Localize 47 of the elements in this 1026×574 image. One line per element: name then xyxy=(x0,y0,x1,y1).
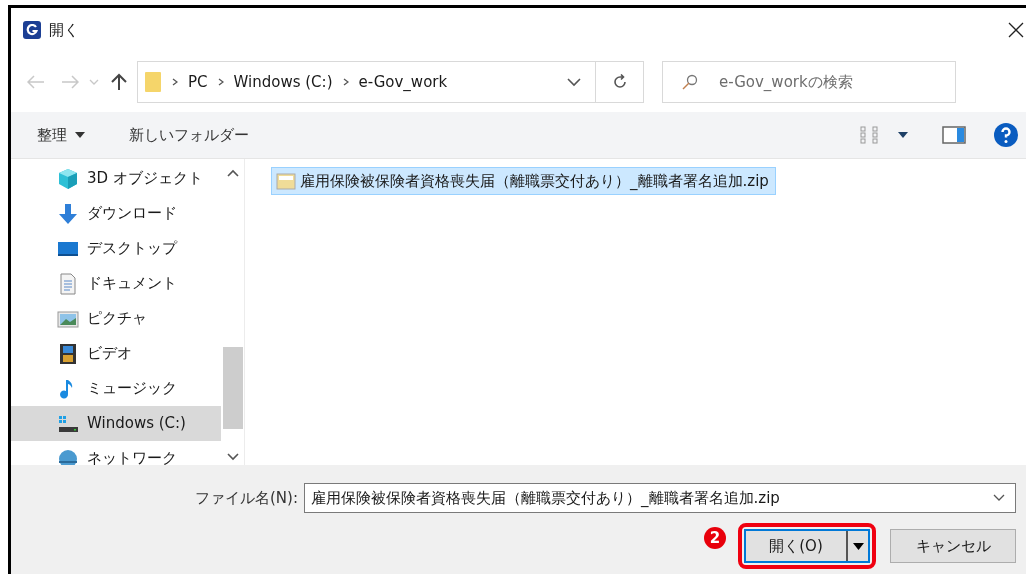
cube-icon xyxy=(57,167,79,190)
chevron-right-icon xyxy=(342,78,349,86)
scroll-up-icon[interactable] xyxy=(226,169,239,177)
caret-icon xyxy=(852,542,864,550)
nav-item[interactable]: ダウンロード xyxy=(11,196,221,231)
window-title: 開く xyxy=(49,19,79,41)
help-icon[interactable] xyxy=(994,123,1018,147)
scroll-thumb[interactable] xyxy=(222,347,243,429)
filename-field[interactable]: 雇用保険被保険者資格喪失届（離職票交付あり）_離職者署名追加.zip xyxy=(304,483,1016,513)
chevron-down-icon[interactable] xyxy=(993,494,1005,502)
down-arrow-icon xyxy=(57,202,79,225)
caret-icon[interactable] xyxy=(898,132,908,138)
nav-item[interactable]: ドキュメント xyxy=(11,266,221,301)
new-folder-button[interactable]: 新しいフォルダー xyxy=(129,123,249,147)
nav-item[interactable]: ビデオ xyxy=(11,336,221,371)
app-logo-icon xyxy=(23,21,41,39)
search-field[interactable]: e-Gov_workの検索 xyxy=(662,61,956,103)
chevron-right-icon xyxy=(172,78,178,86)
up-arrow-icon[interactable] xyxy=(111,73,127,91)
breadcrumb-item[interactable]: e-Gov_work xyxy=(358,70,448,94)
breadcrumb-item[interactable]: PC xyxy=(188,70,208,94)
organize-menu[interactable]: 整理 xyxy=(37,123,85,147)
scroll-down-icon[interactable] xyxy=(226,453,239,461)
document-icon xyxy=(57,272,79,295)
film-icon xyxy=(57,342,79,365)
cancel-button[interactable]: キャンセル xyxy=(890,529,1016,563)
nav-item[interactable]: ミュージック xyxy=(11,371,221,406)
folder-icon xyxy=(144,71,162,93)
breadcrumb-item[interactable]: Windows (C:) xyxy=(233,70,333,94)
globe-icon xyxy=(57,447,79,465)
file-item[interactable]: 雇用保険被保険者資格喪失届（離職票交付あり）_離職者署名追加.zip xyxy=(271,167,776,195)
refresh-icon[interactable] xyxy=(611,74,628,90)
address-bar[interactable]: PC Windows (C:) e-Gov_work xyxy=(137,61,644,103)
nav-item[interactable]: 3D オブジェクト xyxy=(11,161,221,196)
preview-pane-icon[interactable] xyxy=(942,126,966,144)
nav-item[interactable]: デスクトップ xyxy=(11,231,221,266)
close-icon[interactable] xyxy=(1008,22,1024,38)
nav-item[interactable]: Windows (C:) xyxy=(11,406,221,441)
chevron-right-icon xyxy=(217,78,224,86)
step-badge: 2 xyxy=(704,527,726,549)
search-icon xyxy=(682,74,698,90)
nav-item[interactable]: ピクチャ xyxy=(11,301,221,336)
zip-folder-icon xyxy=(276,172,296,190)
caret-icon xyxy=(75,132,85,138)
chevron-down-icon[interactable] xyxy=(567,77,581,87)
nav-item[interactable]: ネットワーク xyxy=(11,441,221,465)
filename-label: ファイル名(N): xyxy=(195,487,298,509)
